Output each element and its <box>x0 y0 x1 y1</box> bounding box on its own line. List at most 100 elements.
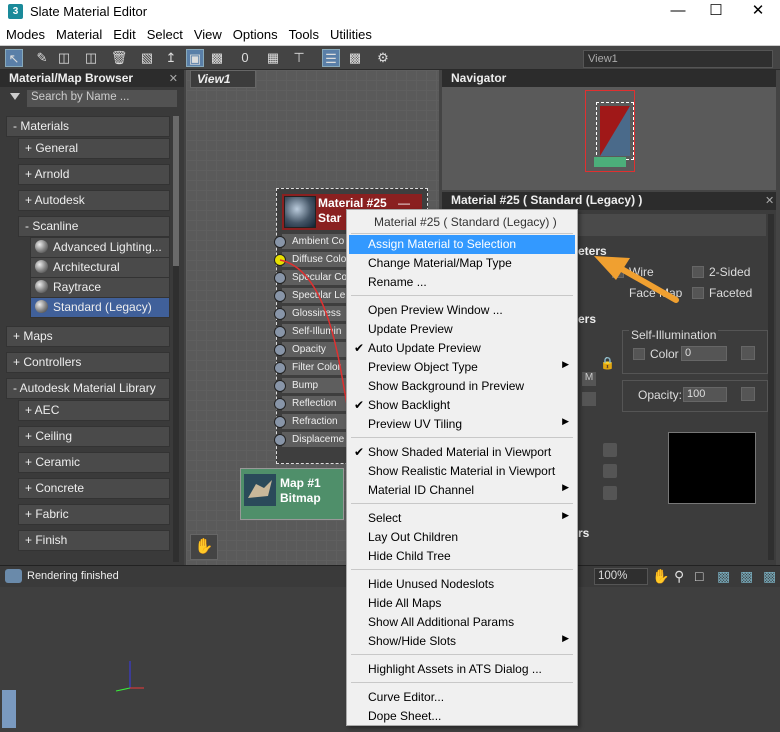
side-tab[interactable] <box>2 690 16 728</box>
param-close-icon[interactable]: ✕ <box>765 194 774 207</box>
layout-all-icon[interactable]: ⊤ <box>290 49 308 67</box>
self-illum-color-checkbox[interactable] <box>633 348 645 360</box>
small-button[interactable] <box>603 443 617 457</box>
tree-materials[interactable]: - Materials <box>6 116 170 137</box>
m-map-button[interactable]: M <box>582 372 596 386</box>
self-illum-spinner[interactable]: 0 <box>681 346 727 361</box>
menu-show-realistic[interactable]: Show Realistic Material in Viewport <box>349 462 575 481</box>
zoom-all-icon[interactable]: ▩ <box>763 568 776 585</box>
eyedropper-icon[interactable]: ✎ <box>33 49 51 67</box>
search-input[interactable]: Search by Name ... <box>27 90 177 107</box>
assign-icon[interactable]: ◫ <box>55 49 73 67</box>
tree-fabric[interactable]: + Fabric <box>18 504 170 525</box>
menu-show-background[interactable]: Show Background in Preview <box>349 377 575 396</box>
tree-finish[interactable]: + Finish <box>18 530 170 551</box>
small-button[interactable] <box>603 486 617 500</box>
menu-tools[interactable]: Tools <box>283 24 324 42</box>
minimize-icon[interactable]: — <box>658 0 698 24</box>
browser-toggle-icon[interactable]: ☰ <box>322 49 340 67</box>
tree-raytrace[interactable]: Raytrace <box>30 277 170 298</box>
layout-icon[interactable]: ↥ <box>162 49 180 67</box>
tree-general[interactable]: + General <box>18 138 170 159</box>
menu-show-additional-params[interactable]: Show All Additional Params <box>349 613 575 632</box>
section-extended[interactable]: rs <box>578 526 589 540</box>
section-shader-params[interactable]: ers <box>578 312 596 326</box>
small-button[interactable] <box>603 464 617 478</box>
zoom-selected-icon[interactable]: ▩ <box>740 568 753 585</box>
opacity-map-button[interactable] <box>741 387 755 401</box>
menu-edit[interactable]: Edit <box>107 24 140 42</box>
tree-concrete[interactable]: + Concrete <box>18 478 170 499</box>
tree-standard-legacy[interactable]: Standard (Legacy) <box>30 297 170 318</box>
tree-arnold[interactable]: + Arnold <box>18 164 170 185</box>
tree-scanline[interactable]: - Scanline <box>18 216 170 237</box>
menu-rename[interactable]: Rename ... <box>349 273 575 292</box>
search-dropdown-icon[interactable] <box>10 93 20 100</box>
tree-advanced-lighting[interactable]: Advanced Lighting... <box>30 237 170 258</box>
two-sided-checkbox[interactable] <box>692 266 704 278</box>
tree-controllers[interactable]: + Controllers <box>6 352 170 373</box>
opacity-spinner[interactable]: 100 <box>683 387 727 402</box>
tree-autodesk-material-library[interactable]: - Autodesk Material Library <box>6 378 170 399</box>
material-id-icon[interactable]: 0 <box>236 49 254 67</box>
browser-close-icon[interactable]: ✕ <box>169 72 178 85</box>
zoom-icon[interactable]: ⚲ <box>674 568 684 585</box>
browser-scrollbar[interactable] <box>173 116 179 562</box>
map-button[interactable] <box>582 392 596 406</box>
show-realistic-icon[interactable]: ▩ <box>208 49 226 67</box>
view-dropdown[interactable]: View1 <box>583 50 773 68</box>
menu-view[interactable]: View <box>188 24 227 42</box>
menu-select[interactable]: Select <box>141 24 188 42</box>
tab-view1[interactable]: View1 <box>190 70 256 88</box>
menu-material-id[interactable]: Material ID Channel ▶ <box>349 481 575 500</box>
param-scrollbar[interactable] <box>768 214 774 560</box>
socket-icon[interactable] <box>274 434 286 446</box>
menu-change-type[interactable]: Change Material/Map Type <box>349 254 575 273</box>
menu-lay-out-children[interactable]: Lay Out Children <box>349 528 575 547</box>
tree-aec[interactable]: + AEC <box>18 400 170 421</box>
menu-modes[interactable]: Modes <box>0 24 50 42</box>
menu-highlight-assets[interactable]: Highlight Assets in ATS Dialog ... <box>349 660 575 679</box>
menu-show-hide-slots[interactable]: Show/Hide Slots ▶ <box>349 632 575 651</box>
zoom-dropdown[interactable]: 100% <box>594 568 648 585</box>
menu-show-shaded[interactable]: ✔ Show Shaded Material in Viewport <box>349 443 575 462</box>
show-background-icon[interactable]: ▦ <box>264 49 282 67</box>
close-icon[interactable]: ✕ <box>738 0 778 24</box>
menu-options[interactable]: Options <box>227 24 283 42</box>
params-toggle-icon[interactable]: ▩ <box>346 49 364 67</box>
menu-auto-update[interactable]: ✔ Auto Update Preview <box>349 339 575 358</box>
pan-hand-icon[interactable]: ✋ <box>190 534 218 560</box>
menu-update-preview[interactable]: Update Preview <box>349 320 575 339</box>
menu-preview-uv-tiling[interactable]: Preview UV Tiling ▶ <box>349 415 575 434</box>
maximize-icon[interactable]: ☐ <box>696 0 736 24</box>
put-to-scene-icon[interactable]: ◫ <box>82 49 100 67</box>
menu-assign-material[interactable]: Assign Material to Selection <box>349 235 575 254</box>
select-by-material-icon[interactable]: ⚙ <box>374 49 392 67</box>
tree-autodesk[interactable]: + Autodesk <box>18 190 170 211</box>
collapse-icon[interactable]: — <box>398 196 410 210</box>
lock-icon[interactable]: 🔒 <box>600 356 615 370</box>
zoom-extents-icon[interactable]: ▩ <box>717 568 730 585</box>
tree-ceiling[interactable]: + Ceiling <box>18 426 170 447</box>
pan-icon[interactable]: ✋ <box>652 568 669 585</box>
select-tool-icon[interactable]: ↖ <box>5 49 23 67</box>
show-shaded-icon[interactable]: ▣ <box>186 49 204 67</box>
move-children-icon[interactable]: ▧ <box>138 49 156 67</box>
menu-open-preview[interactable]: Open Preview Window ... <box>349 301 575 320</box>
menu-hide-child-tree[interactable]: Hide Child Tree <box>349 547 575 566</box>
menu-utilities[interactable]: Utilities <box>324 24 377 42</box>
menu-hide-all-maps[interactable]: Hide All Maps <box>349 594 575 613</box>
menu-hide-unused-nodeslots[interactable]: Hide Unused Nodeslots <box>349 575 575 594</box>
faceted-checkbox[interactable] <box>692 287 704 299</box>
tree-maps[interactable]: + Maps <box>6 326 170 347</box>
delete-icon[interactable]: 🗑 <box>110 49 128 67</box>
tree-ceramic[interactable]: + Ceramic <box>18 452 170 473</box>
menu-dope-sheet[interactable]: Dope Sheet... <box>349 707 575 726</box>
menu-curve-editor[interactable]: Curve Editor... <box>349 688 575 707</box>
menu-show-backlight[interactable]: ✔ Show Backlight <box>349 396 575 415</box>
menu-material[interactable]: Material <box>50 24 107 42</box>
self-illum-map-button[interactable] <box>741 346 755 360</box>
zoom-region-icon[interactable]: □ <box>695 568 703 584</box>
tree-architectural[interactable]: Architectural <box>30 257 170 278</box>
menu-select[interactable]: Select ▶ <box>349 509 575 528</box>
